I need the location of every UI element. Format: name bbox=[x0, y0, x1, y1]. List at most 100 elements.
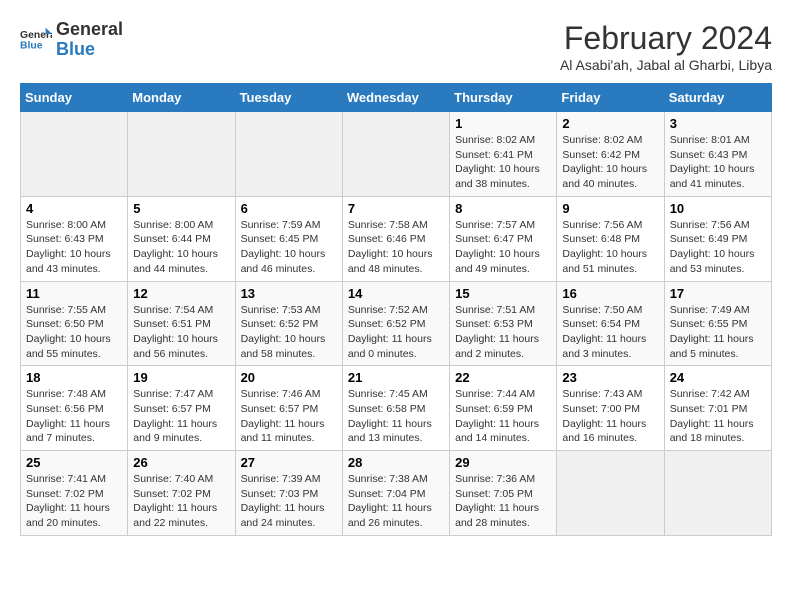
day-number: 25 bbox=[26, 455, 122, 470]
day-info: Sunrise: 7:49 AMSunset: 6:55 PMDaylight:… bbox=[670, 303, 766, 362]
day-number: 10 bbox=[670, 201, 766, 216]
day-info: Sunrise: 7:58 AMSunset: 6:46 PMDaylight:… bbox=[348, 218, 444, 277]
day-info: Sunrise: 7:45 AMSunset: 6:58 PMDaylight:… bbox=[348, 387, 444, 446]
svg-text:Blue: Blue bbox=[20, 40, 43, 51]
calendar-cell: 22 Sunrise: 7:44 AMSunset: 6:59 PMDayligh… bbox=[450, 366, 557, 451]
day-number: 11 bbox=[26, 286, 122, 301]
calendar-cell bbox=[128, 112, 235, 197]
day-info: Sunrise: 7:47 AMSunset: 6:57 PMDaylight:… bbox=[133, 387, 229, 446]
day-number: 8 bbox=[455, 201, 551, 216]
day-info: Sunrise: 7:50 AMSunset: 6:54 PMDaylight:… bbox=[562, 303, 658, 362]
page-title: February 2024 bbox=[560, 20, 772, 57]
calendar-cell: 7 Sunrise: 7:58 AMSunset: 6:46 PMDaylight… bbox=[342, 196, 449, 281]
weekday-header-sunday: Sunday bbox=[21, 84, 128, 112]
calendar-cell: 27Sunrise: 7:39 AMSunset: 7:03 PMDayligh… bbox=[235, 451, 342, 536]
calendar-cell: 23 Sunrise: 7:43 AMSunset: 7:00 PMDayligh… bbox=[557, 366, 664, 451]
day-number: 5 bbox=[133, 201, 229, 216]
day-info: Sunrise: 7:54 AMSunset: 6:51 PMDaylight:… bbox=[133, 303, 229, 362]
logo-icon: General Blue bbox=[20, 26, 52, 54]
day-info: Sunrise: 8:02 AMSunset: 6:42 PMDaylight:… bbox=[562, 133, 658, 192]
day-number: 4 bbox=[26, 201, 122, 216]
calendar-cell: 9Sunrise: 7:56 AMSunset: 6:48 PMDaylight… bbox=[557, 196, 664, 281]
calendar-week-row: 1 Sunrise: 8:02 AMSunset: 6:41 PMDaylight… bbox=[21, 112, 772, 197]
day-number: 24 bbox=[670, 370, 766, 385]
calendar-cell: 21 Sunrise: 7:45 AMSunset: 6:58 PMDayligh… bbox=[342, 366, 449, 451]
calendar-week-row: 18Sunrise: 7:48 AMSunset: 6:56 PMDayligh… bbox=[21, 366, 772, 451]
day-number: 26 bbox=[133, 455, 229, 470]
page-header: General Blue General Blue February 2024 … bbox=[20, 20, 772, 73]
weekday-header-wednesday: Wednesday bbox=[342, 84, 449, 112]
day-info: Sunrise: 7:56 AMSunset: 6:49 PMDaylight:… bbox=[670, 218, 766, 277]
calendar-cell: 13 Sunrise: 7:53 AMSunset: 6:52 PMDayligh… bbox=[235, 281, 342, 366]
weekday-header-tuesday: Tuesday bbox=[235, 84, 342, 112]
calendar-cell: 26 Sunrise: 7:40 AMSunset: 7:02 PMDayligh… bbox=[128, 451, 235, 536]
day-number: 2 bbox=[562, 116, 658, 131]
day-info: Sunrise: 7:46 AMSunset: 6:57 PMDaylight:… bbox=[241, 387, 337, 446]
calendar-cell: 19 Sunrise: 7:47 AMSunset: 6:57 PMDayligh… bbox=[128, 366, 235, 451]
day-number: 16 bbox=[562, 286, 658, 301]
day-number: 12 bbox=[133, 286, 229, 301]
day-info: Sunrise: 7:42 AMSunset: 7:01 PMDaylight:… bbox=[670, 387, 766, 446]
day-info: Sunrise: 8:00 AMSunset: 6:44 PMDaylight:… bbox=[133, 218, 229, 277]
day-number: 22 bbox=[455, 370, 551, 385]
day-number: 21 bbox=[348, 370, 444, 385]
calendar-cell: 15 Sunrise: 7:51 AMSunset: 6:53 PMDayligh… bbox=[450, 281, 557, 366]
calendar-cell: 25 Sunrise: 7:41 AMSunset: 7:02 PMDayligh… bbox=[21, 451, 128, 536]
day-info: Sunrise: 7:38 AMSunset: 7:04 PMDaylight:… bbox=[348, 472, 444, 531]
logo-text: General Blue bbox=[56, 20, 123, 60]
calendar-cell: 24 Sunrise: 7:42 AMSunset: 7:01 PMDayligh… bbox=[664, 366, 771, 451]
day-info: Sunrise: 8:02 AMSunset: 6:41 PMDaylight:… bbox=[455, 133, 551, 192]
day-info: Sunrise: 7:41 AMSunset: 7:02 PMDaylight:… bbox=[26, 472, 122, 531]
day-info: Sunrise: 7:52 AMSunset: 6:52 PMDaylight:… bbox=[348, 303, 444, 362]
day-number: 23 bbox=[562, 370, 658, 385]
day-info: Sunrise: 8:01 AMSunset: 6:43 PMDaylight:… bbox=[670, 133, 766, 192]
weekday-header-saturday: Saturday bbox=[664, 84, 771, 112]
weekday-header-row: SundayMondayTuesdayWednesdayThursdayFrid… bbox=[21, 84, 772, 112]
day-info: Sunrise: 7:53 AMSunset: 6:52 PMDaylight:… bbox=[241, 303, 337, 362]
calendar-cell: 17 Sunrise: 7:49 AMSunset: 6:55 PMDayligh… bbox=[664, 281, 771, 366]
calendar-cell bbox=[21, 112, 128, 197]
calendar-cell: 12 Sunrise: 7:54 AMSunset: 6:51 PMDayligh… bbox=[128, 281, 235, 366]
weekday-header-friday: Friday bbox=[557, 84, 664, 112]
day-number: 18 bbox=[26, 370, 122, 385]
calendar-cell: 4 Sunrise: 8:00 AMSunset: 6:43 PMDaylight… bbox=[21, 196, 128, 281]
weekday-header-thursday: Thursday bbox=[450, 84, 557, 112]
calendar-header: SundayMondayTuesdayWednesdayThursdayFrid… bbox=[21, 84, 772, 112]
calendar-cell: 10 Sunrise: 7:56 AMSunset: 6:49 PMDayligh… bbox=[664, 196, 771, 281]
calendar-cell: 1 Sunrise: 8:02 AMSunset: 6:41 PMDaylight… bbox=[450, 112, 557, 197]
calendar-cell: 5 Sunrise: 8:00 AMSunset: 6:44 PMDaylight… bbox=[128, 196, 235, 281]
title-block: February 2024 Al Asabi'ah, Jabal al Ghar… bbox=[560, 20, 772, 73]
calendar-cell bbox=[664, 451, 771, 536]
day-info: Sunrise: 7:51 AMSunset: 6:53 PMDaylight:… bbox=[455, 303, 551, 362]
calendar-cell: 2 Sunrise: 8:02 AMSunset: 6:42 PMDaylight… bbox=[557, 112, 664, 197]
day-number: 13 bbox=[241, 286, 337, 301]
day-number: 14 bbox=[348, 286, 444, 301]
day-number: 17 bbox=[670, 286, 766, 301]
day-number: 19 bbox=[133, 370, 229, 385]
calendar-cell: 16 Sunrise: 7:50 AMSunset: 6:54 PMDayligh… bbox=[557, 281, 664, 366]
calendar-cell: 8Sunrise: 7:57 AMSunset: 6:47 PMDaylight… bbox=[450, 196, 557, 281]
day-info: Sunrise: 7:36 AMSunset: 7:05 PMDaylight:… bbox=[455, 472, 551, 531]
day-info: Sunrise: 7:43 AMSunset: 7:00 PMDaylight:… bbox=[562, 387, 658, 446]
day-number: 1 bbox=[455, 116, 551, 131]
day-number: 7 bbox=[348, 201, 444, 216]
calendar-cell: 18Sunrise: 7:48 AMSunset: 6:56 PMDayligh… bbox=[21, 366, 128, 451]
calendar-week-row: 25 Sunrise: 7:41 AMSunset: 7:02 PMDayligh… bbox=[21, 451, 772, 536]
calendar-cell: 6Sunrise: 7:59 AMSunset: 6:45 PMDaylight… bbox=[235, 196, 342, 281]
day-info: Sunrise: 7:59 AMSunset: 6:45 PMDaylight:… bbox=[241, 218, 337, 277]
day-info: Sunrise: 7:56 AMSunset: 6:48 PMDaylight:… bbox=[562, 218, 658, 277]
calendar-cell bbox=[342, 112, 449, 197]
calendar-cell: 28Sunrise: 7:38 AMSunset: 7:04 PMDayligh… bbox=[342, 451, 449, 536]
day-info: Sunrise: 8:00 AMSunset: 6:43 PMDaylight:… bbox=[26, 218, 122, 277]
calendar-cell: 14 Sunrise: 7:52 AMSunset: 6:52 PMDayligh… bbox=[342, 281, 449, 366]
calendar-cell: 20Sunrise: 7:46 AMSunset: 6:57 PMDayligh… bbox=[235, 366, 342, 451]
day-number: 15 bbox=[455, 286, 551, 301]
day-info: Sunrise: 7:55 AMSunset: 6:50 PMDaylight:… bbox=[26, 303, 122, 362]
day-info: Sunrise: 7:44 AMSunset: 6:59 PMDaylight:… bbox=[455, 387, 551, 446]
day-info: Sunrise: 7:39 AMSunset: 7:03 PMDaylight:… bbox=[241, 472, 337, 531]
calendar-table: SundayMondayTuesdayWednesdayThursdayFrid… bbox=[20, 83, 772, 536]
day-number: 3 bbox=[670, 116, 766, 131]
day-number: 29 bbox=[455, 455, 551, 470]
calendar-cell: 11 Sunrise: 7:55 AMSunset: 6:50 PMDayligh… bbox=[21, 281, 128, 366]
day-info: Sunrise: 7:40 AMSunset: 7:02 PMDaylight:… bbox=[133, 472, 229, 531]
